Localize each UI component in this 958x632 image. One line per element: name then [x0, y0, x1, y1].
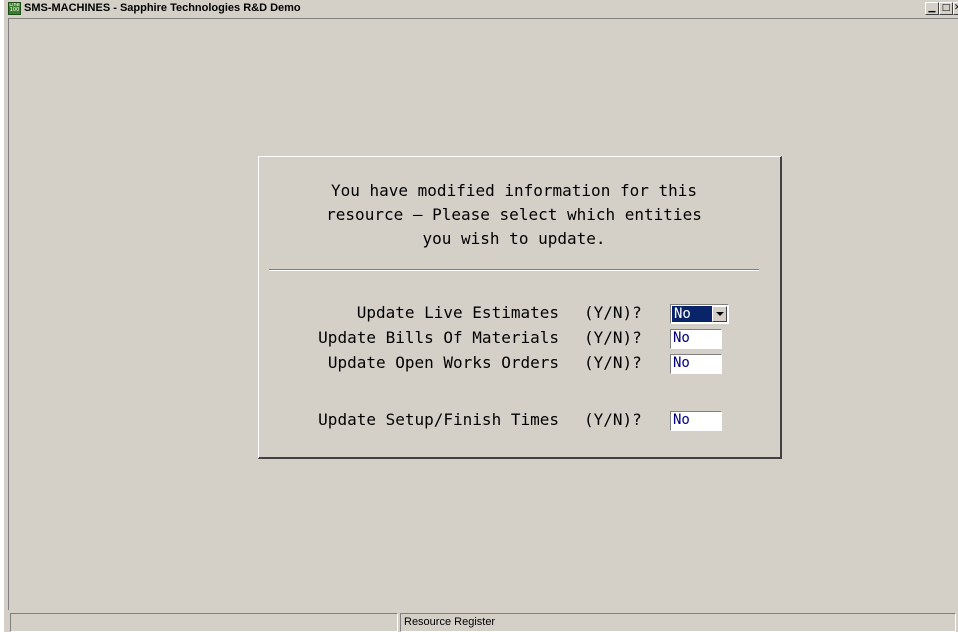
- app-window: Line 100 SMS-MACHINES - Sapphire Technol…: [3, 0, 958, 632]
- app-icon[interactable]: Line 100: [8, 2, 21, 15]
- row-update-live-estimates: Update Live Estimates (Y/N)? No: [259, 303, 779, 324]
- maximize-button[interactable]: □: [939, 2, 953, 15]
- message-line-2: resource — Please select which entities: [326, 205, 702, 224]
- status-pane-right: Resource Register: [400, 613, 956, 632]
- update-open-works-orders-field[interactable]: No: [670, 354, 722, 374]
- close-button[interactable]: ✕: [953, 2, 958, 15]
- dialog-divider: [269, 269, 759, 271]
- update-bills-of-materials-yn: (Y/N)?: [584, 328, 642, 347]
- update-setup-finish-times-yn: (Y/N)?: [584, 410, 642, 429]
- update-setup-finish-times-field[interactable]: No: [670, 411, 722, 431]
- update-setup-finish-times-label: Update Setup/Finish Times: [318, 410, 559, 429]
- title-bar[interactable]: Line 100 SMS-MACHINES - Sapphire Technol…: [4, 0, 958, 18]
- minimize-button[interactable]: ▁: [925, 2, 939, 15]
- row-update-open-works-orders: Update Open Works Orders (Y/N)? No: [259, 353, 779, 374]
- message-line-3: you wish to update.: [422, 229, 606, 248]
- minimize-icon: ▁: [928, 3, 936, 13]
- update-bills-of-materials-label: Update Bills Of Materials: [318, 328, 559, 347]
- update-live-estimates-yn: (Y/N)?: [584, 303, 642, 322]
- update-open-works-orders-yn: (Y/N)?: [584, 353, 642, 372]
- maximize-icon: □: [941, 3, 951, 13]
- row-update-setup-finish-times: Update Setup/Finish Times (Y/N)? No: [259, 410, 779, 431]
- row-update-bills-of-materials: Update Bills Of Materials (Y/N)? No: [259, 328, 779, 349]
- update-live-estimates-select[interactable]: No: [670, 304, 729, 324]
- update-live-estimates-value[interactable]: No: [672, 306, 712, 322]
- close-icon: ✕: [954, 3, 958, 13]
- app-icon-text-bottom: 100: [9, 7, 20, 13]
- client-area: You have modified information for this r…: [8, 18, 958, 610]
- update-open-works-orders-label: Update Open Works Orders: [327, 353, 559, 372]
- update-live-estimates-label: Update Live Estimates: [356, 303, 559, 322]
- dialog-message: You have modified information for this r…: [259, 179, 769, 251]
- window-title: SMS-MACHINES - Sapphire Technologies R&D…: [24, 2, 301, 14]
- update-entities-dialog: You have modified information for this r…: [258, 156, 782, 459]
- status-pane-left: [10, 613, 398, 632]
- update-bills-of-materials-field[interactable]: No: [670, 329, 722, 349]
- chevron-down-icon[interactable]: [712, 306, 727, 322]
- status-bar: Resource Register: [8, 611, 958, 632]
- message-line-1: You have modified information for this: [330, 181, 698, 200]
